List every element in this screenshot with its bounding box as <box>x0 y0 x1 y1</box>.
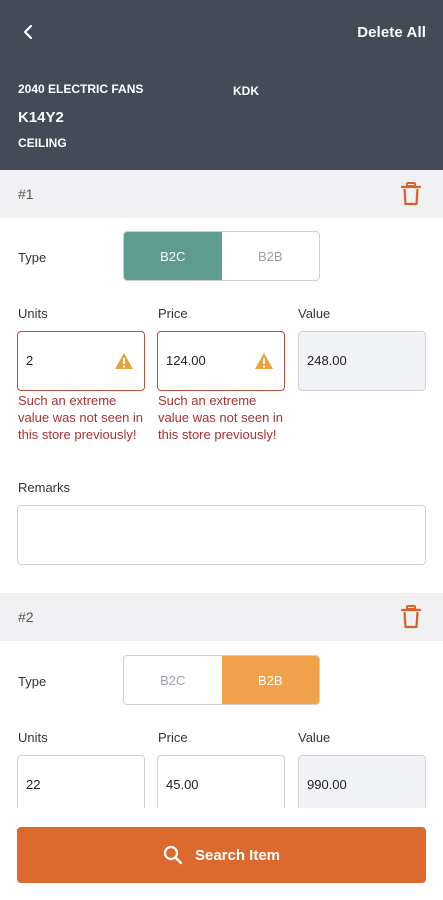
type-toggle: B2C B2B <box>123 231 320 281</box>
warning-icon <box>115 353 133 369</box>
option-b2c[interactable]: B2C <box>124 232 222 280</box>
price-field[interactable]: 45.00 <box>157 755 285 815</box>
type-toggle: B2C B2B <box>123 655 320 705</box>
item-number: #2 <box>18 609 34 625</box>
trash-icon <box>400 182 422 206</box>
value-amount: 990.00 <box>307 777 347 792</box>
units-error-message: Such an extreme value was not seen in th… <box>18 393 144 442</box>
units-label: Units <box>18 306 48 321</box>
price-label: Price <box>158 730 188 745</box>
price-error-message: Such an extreme value was not seen in th… <box>158 393 284 442</box>
model-label: K14Y2 <box>18 109 64 126</box>
option-b2b[interactable]: B2B <box>222 232 320 280</box>
subtype-label: CEILING <box>18 136 67 150</box>
item-header: Delete All 2040 ELECTRIC FANS KDK K14Y2 … <box>0 0 443 170</box>
units-label: Units <box>18 730 48 745</box>
search-item-label: Search Item <box>194 846 281 864</box>
value-amount: 248.00 <box>307 353 347 368</box>
category-label: 2040 ELECTRIC FANS <box>18 82 144 96</box>
units-field[interactable]: 2 <box>17 331 145 391</box>
option-b2b[interactable]: B2B <box>221 656 319 704</box>
units-field[interactable]: 22 <box>17 755 145 815</box>
item-number: #1 <box>18 186 34 202</box>
trash-icon <box>400 605 422 629</box>
item-2-band: #2 <box>0 593 443 641</box>
units-value: 2 <box>26 353 34 368</box>
value-label: Value <box>298 306 331 321</box>
back-arrow-icon <box>23 24 33 40</box>
delete-all-button[interactable]: Delete All <box>357 24 426 41</box>
back-button[interactable] <box>16 20 40 44</box>
remarks-input[interactable] <box>17 505 426 565</box>
units-value: 22 <box>26 777 41 792</box>
price-label: Price <box>158 306 188 321</box>
brand-label: KDK <box>233 84 259 98</box>
value-field: 248.00 <box>298 331 426 391</box>
value-label: Value <box>298 730 331 745</box>
option-b2c[interactable]: B2C <box>124 656 222 704</box>
type-label: Type <box>18 250 47 265</box>
delete-item-button[interactable] <box>400 182 422 206</box>
type-label: Type <box>18 674 47 689</box>
remarks-label: Remarks <box>18 480 71 495</box>
delete-item-button[interactable] <box>400 605 422 629</box>
price-field[interactable]: 124.00 <box>157 331 285 391</box>
price-value: 124.00 <box>166 353 206 368</box>
search-item-button[interactable]: Search Item <box>17 827 426 883</box>
price-value: 45.00 <box>166 777 199 792</box>
item-1-band: #1 <box>0 170 443 218</box>
bottom-bar: Search Item <box>0 808 443 900</box>
search-icon <box>163 845 183 865</box>
value-field: 990.00 <box>298 755 426 815</box>
warning-icon <box>255 353 273 369</box>
